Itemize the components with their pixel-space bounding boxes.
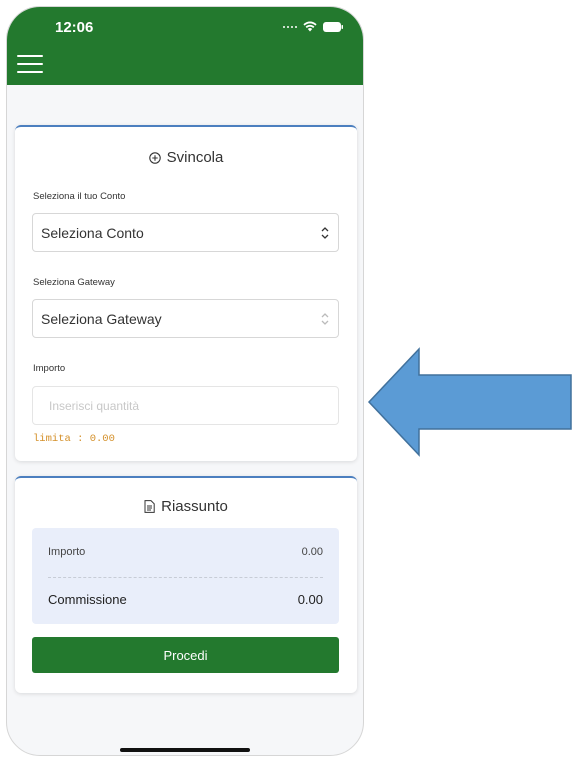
wifi-icon xyxy=(303,21,317,32)
plus-circle-icon xyxy=(148,151,161,164)
proceed-button[interactable]: Procedi xyxy=(32,637,339,673)
account-label: Seleziona il tuo Conto xyxy=(33,191,126,202)
left-arrow-icon xyxy=(367,347,573,457)
account-select-value: Seleziona Conto xyxy=(41,225,144,241)
summary-amount-label: Importo xyxy=(48,546,86,558)
gateway-select-value: Seleziona Gateway xyxy=(41,311,162,327)
home-indicator[interactable] xyxy=(120,748,250,752)
amount-input[interactable] xyxy=(33,387,338,424)
status-time: 12:06 xyxy=(55,19,94,36)
phone-frame: 12:06 Svincola Seleziona il tuo Conto Se… xyxy=(6,6,364,756)
summary-divider xyxy=(48,577,323,578)
gateway-select[interactable]: Seleziona Gateway xyxy=(32,299,339,338)
signal-icon xyxy=(283,25,297,28)
summary-fee-value: 0.00 xyxy=(297,592,323,607)
chevron-up-down-icon xyxy=(320,312,330,326)
gateway-label: Seleziona Gateway xyxy=(33,277,115,288)
summary-title-text: Riassunto xyxy=(161,498,228,515)
withdraw-card: Svincola Seleziona il tuo Conto Selezion… xyxy=(15,125,357,461)
summary-amount-value: 0.00 xyxy=(301,546,323,558)
status-icons xyxy=(283,21,343,32)
summary-fee-label: Commissione xyxy=(48,592,127,607)
withdraw-title: Svincola xyxy=(15,149,357,166)
app-header: 12:06 xyxy=(7,7,363,85)
amount-label: Importo xyxy=(33,363,66,374)
withdraw-title-text: Svincola xyxy=(166,149,224,166)
amount-input-wrapper xyxy=(32,386,339,425)
chevron-up-down-icon xyxy=(320,226,330,240)
battery-icon xyxy=(323,21,343,32)
summary-row-amount: Importo 0.00 xyxy=(48,546,323,558)
summary-box: Importo 0.00 Commissione 0.00 xyxy=(32,528,339,624)
summary-title: Riassunto xyxy=(15,498,357,515)
hamburger-menu-icon[interactable] xyxy=(17,55,43,75)
limit-text: limita : 0.00 xyxy=(33,433,115,445)
document-icon xyxy=(144,500,155,513)
summary-card: Riassunto Importo 0.00 Commissione 0.00 … xyxy=(15,476,357,693)
account-select[interactable]: Seleziona Conto xyxy=(32,213,339,252)
summary-row-fee: Commissione 0.00 xyxy=(48,592,323,607)
